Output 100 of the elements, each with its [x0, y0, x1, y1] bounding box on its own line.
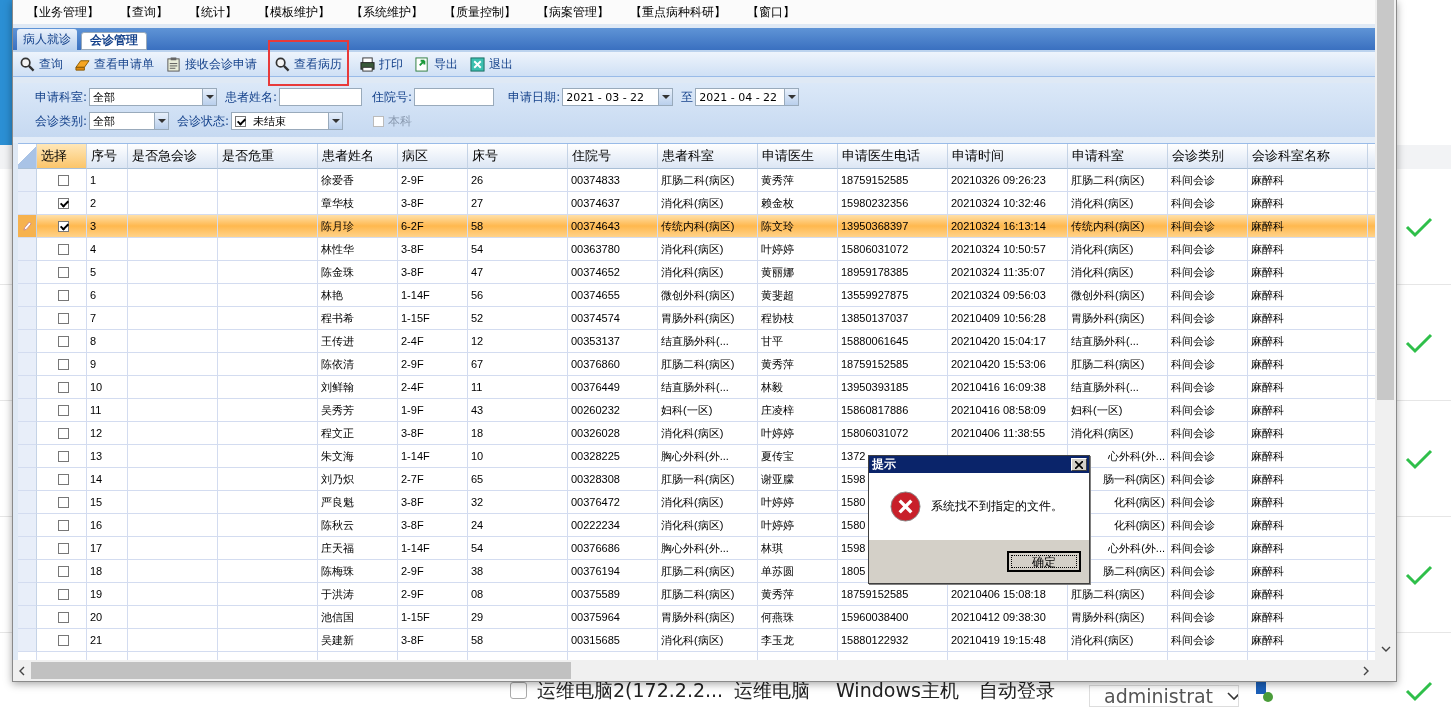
toolbar-button[interactable]: 接收会诊申请	[164, 55, 259, 73]
checkbox[interactable]	[510, 682, 527, 699]
menu-item[interactable]: 【业务管理】	[27, 3, 99, 21]
row-header[interactable]	[18, 261, 37, 284]
row-header[interactable]	[18, 284, 37, 307]
ok-button[interactable]: 确定	[1007, 551, 1081, 572]
row-checkbox[interactable]	[57, 634, 69, 646]
row-header[interactable]	[18, 215, 37, 238]
table-cell: 单苏圆	[758, 560, 838, 583]
type-select[interactable]: 全部	[89, 112, 170, 130]
menu-item[interactable]: 【模板维护】	[258, 3, 330, 21]
corner-header[interactable]	[18, 144, 37, 169]
column-header[interactable]: 会诊类别	[1168, 144, 1248, 169]
row-header[interactable]	[18, 422, 37, 445]
table-cell: 20210324 09:56:03	[948, 284, 1068, 307]
row-checkbox[interactable]	[57, 519, 69, 531]
column-header[interactable]	[1368, 144, 1375, 169]
column-header[interactable]: 是否危重	[218, 144, 318, 169]
menu-item[interactable]: 【病案管理】	[537, 3, 609, 21]
row-checkbox[interactable]	[57, 266, 69, 278]
dept-select[interactable]: 全部	[89, 88, 218, 106]
table-cell: 吴建新	[318, 629, 398, 652]
inpatient-field[interactable]	[414, 88, 495, 106]
column-header[interactable]: 申请医生	[758, 144, 838, 169]
row-checkbox[interactable]	[57, 473, 69, 485]
row-header[interactable]	[18, 353, 37, 376]
row-header[interactable]	[18, 606, 37, 629]
table-cell: 朱文海	[318, 445, 398, 468]
row-header[interactable]	[18, 491, 37, 514]
table-cell: 肛肠二科(病区)	[658, 583, 758, 606]
toolbar-button[interactable]: 退出	[468, 55, 515, 73]
table-cell: 消化科(病区)	[1068, 238, 1168, 261]
tab[interactable]: 病人就诊	[17, 29, 77, 50]
column-header[interactable]: 申请科室	[1068, 144, 1168, 169]
column-header[interactable]: 会诊科室名称	[1248, 144, 1368, 169]
row-checkbox[interactable]	[57, 289, 69, 301]
row-checkbox[interactable]	[57, 565, 69, 577]
close-button[interactable]	[1071, 458, 1087, 471]
column-header[interactable]: 申请医生电话	[838, 144, 948, 169]
date-field[interactable]: 2021 - 03 - 22	[562, 88, 674, 106]
date-field[interactable]: 2021 - 04 - 22	[695, 88, 800, 106]
horizontal-scrollbar[interactable]	[13, 660, 1375, 681]
name-field[interactable]	[279, 88, 363, 106]
row-checkbox[interactable]	[57, 381, 69, 393]
row-checkbox[interactable]	[57, 611, 69, 623]
row-checkbox[interactable]	[57, 450, 69, 462]
row-header[interactable]	[18, 307, 37, 330]
row-header[interactable]	[18, 583, 37, 606]
table-cell: 麻醉科	[1248, 468, 1368, 491]
row-header[interactable]	[18, 376, 37, 399]
table-cell: 00374652	[568, 261, 658, 284]
row-header[interactable]	[18, 629, 37, 652]
menu-item[interactable]: 【质量控制】	[444, 3, 516, 21]
column-header[interactable]: 床号	[468, 144, 568, 169]
toolbar-button[interactable]: 导出	[413, 55, 460, 73]
row-header[interactable]	[18, 238, 37, 261]
row-header[interactable]	[18, 445, 37, 468]
column-header[interactable]: 病区	[398, 144, 468, 169]
vertical-scrollbar[interactable]	[1375, 0, 1396, 660]
row-checkbox[interactable]	[57, 197, 69, 209]
status-select[interactable]: 未结束	[231, 112, 344, 130]
row-checkbox[interactable]	[57, 427, 69, 439]
row-header[interactable]	[18, 537, 37, 560]
row-header[interactable]	[18, 514, 37, 537]
tab[interactable]: 会诊管理	[81, 32, 147, 50]
account-dropdown[interactable]: administrat	[1089, 684, 1239, 707]
table-cell: 林艳	[318, 284, 398, 307]
row-header[interactable]	[18, 468, 37, 491]
row-checkbox[interactable]	[57, 174, 69, 186]
row-checkbox[interactable]	[57, 312, 69, 324]
toolbar-button[interactable]: 打印	[358, 55, 405, 73]
row-header[interactable]	[18, 169, 37, 192]
row-checkbox[interactable]	[57, 496, 69, 508]
table-cell: 科间会诊	[1168, 422, 1248, 445]
row-checkbox[interactable]	[57, 542, 69, 554]
toolbar-button[interactable]: 查看申请单	[73, 55, 156, 73]
column-header[interactable]: 住院号	[568, 144, 658, 169]
row-checkbox[interactable]	[57, 335, 69, 347]
menu-item[interactable]: 【统计】	[189, 3, 237, 21]
menu-item[interactable]: 【系统维护】	[351, 3, 423, 21]
row-header[interactable]	[18, 330, 37, 353]
row-header[interactable]	[18, 399, 37, 422]
row-checkbox[interactable]	[57, 358, 69, 370]
column-header[interactable]: 申请时间	[948, 144, 1068, 169]
menu-item[interactable]: 【重点病种科研】	[630, 3, 726, 21]
menu-item[interactable]: 【查询】	[120, 3, 168, 21]
row-checkbox[interactable]	[57, 243, 69, 255]
toolbar-button[interactable]: 查询	[18, 55, 65, 73]
column-header[interactable]: 序号	[87, 144, 128, 169]
row-checkbox[interactable]	[57, 404, 69, 416]
toolbar-button[interactable]: 查看病历	[273, 55, 344, 73]
column-header[interactable]: 患者姓名	[318, 144, 398, 169]
row-checkbox[interactable]	[57, 220, 69, 232]
column-header[interactable]: 患者科室	[658, 144, 758, 169]
column-header[interactable]: 选择	[37, 144, 87, 169]
row-checkbox[interactable]	[57, 588, 69, 600]
menu-item[interactable]: 【窗口】	[747, 3, 795, 21]
row-header[interactable]	[18, 560, 37, 583]
column-header[interactable]: 是否急会诊	[128, 144, 218, 169]
row-header[interactable]	[18, 192, 37, 215]
